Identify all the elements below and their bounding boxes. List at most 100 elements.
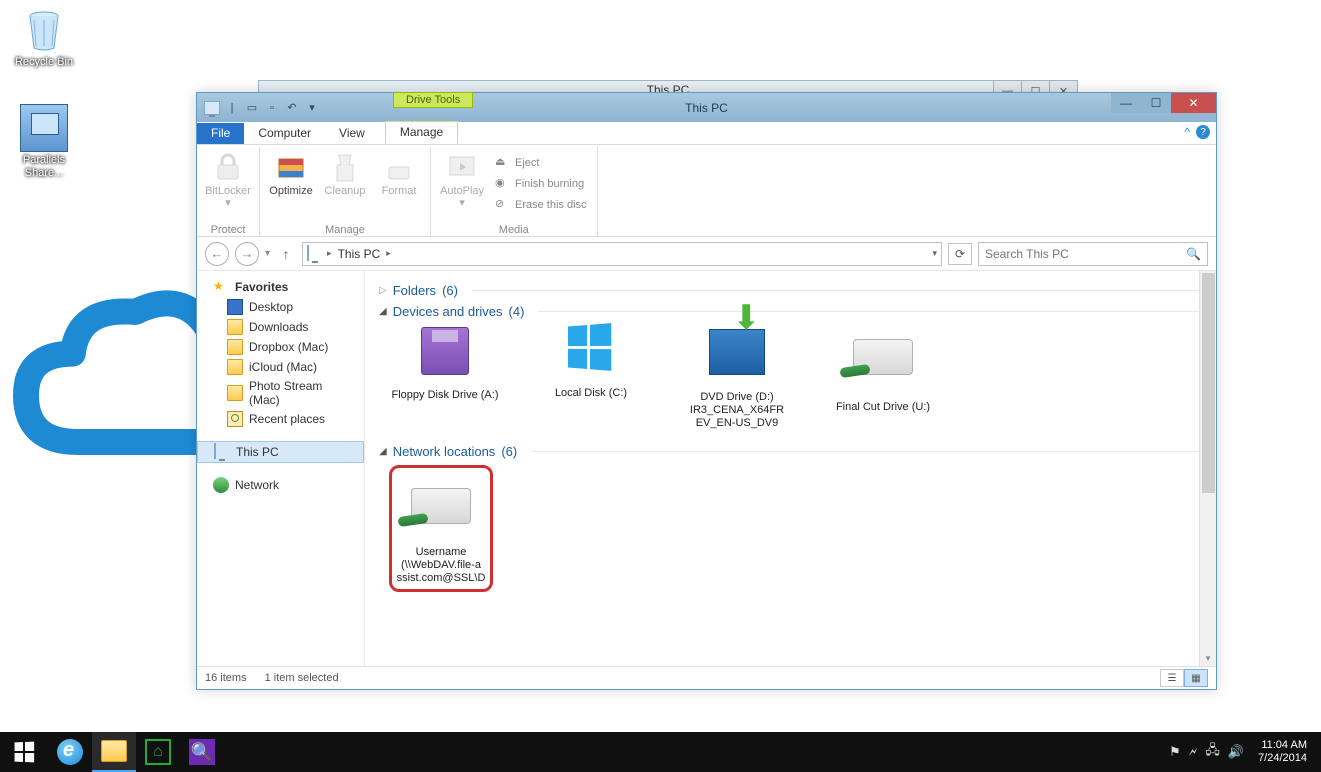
drive-finalcut[interactable]: Final Cut Drive (U:) [827,325,939,430]
nav-network[interactable]: Network [197,475,364,495]
clock-date: 7/24/2014 [1258,752,1307,765]
network-tray-icon[interactable]: 🖧 [1205,741,1220,763]
qat-undo-icon[interactable]: ↶ [283,99,301,117]
taskbar-explorer[interactable] [92,732,136,772]
autoplay-label: AutoPlay [440,185,484,197]
autoplay-button[interactable]: AutoPlay▾ [437,147,487,209]
qat-app-icon[interactable] [203,99,221,117]
netdrive-icon [848,339,918,395]
folder-icon [227,359,243,375]
taskbar-bing[interactable]: 🔍 [180,732,224,772]
section-network[interactable]: ◢ Network locations (6) [379,444,1202,459]
nav-desktop[interactable]: Desktop [197,297,364,317]
chevron-right-icon: ▷ [379,285,387,296]
view-large-icons-button[interactable]: ▦ [1184,669,1208,687]
section-folders-count: (6) [442,283,458,298]
crumb-sep-icon[interactable]: ▸ [327,248,332,259]
nav-favorites[interactable]: ★Favorites [197,277,364,297]
tab-view[interactable]: View [325,123,379,144]
search-input[interactable] [985,247,1186,261]
nav-downloads[interactable]: Downloads [197,317,364,337]
taskbar-store[interactable] [136,732,180,772]
search-icon[interactable]: 🔍 [1186,247,1201,261]
nav-recent[interactable]: Recent places [197,409,364,429]
taskbar-ie[interactable] [48,732,92,772]
close-button[interactable]: ✕ [1171,93,1216,113]
folder-icon [227,319,243,335]
folder-icon [101,740,127,762]
qat-dropdown-icon[interactable]: ▾ [303,99,321,117]
help-icon[interactable]: ? [1196,125,1210,139]
search-box[interactable]: 🔍 [978,242,1208,266]
start-button[interactable] [0,732,48,772]
forward-button[interactable]: → [235,242,259,266]
tab-computer[interactable]: Computer [244,123,325,144]
erase-label: Erase this disc [515,199,587,211]
volume-icon[interactable]: 🔊 [1228,744,1244,760]
eject-button[interactable]: ⏏Eject [491,153,591,173]
titlebar[interactable]: | ▭ ▫ ↶ ▾ Drive Tools This PC ― ☐ ✕ [197,93,1216,122]
erase-icon: ⊘ [495,197,511,213]
scroll-down-icon[interactable]: ▾ [1200,653,1216,664]
back-button[interactable]: ← [205,242,229,266]
finish-burning-button[interactable]: ◉Finish burning [491,174,591,194]
section-devices[interactable]: ◢ Devices and drives (4) [379,304,1202,319]
erase-disc-button[interactable]: ⊘ Erase this disc [491,195,591,215]
group-manage-label: Manage [260,224,430,236]
status-item-count: 16 items [205,672,247,684]
format-button[interactable]: Format [374,147,424,197]
crumb-sep-icon[interactable]: ▸ [386,248,391,259]
clock[interactable]: 11:04 AM 7/24/2014 [1252,739,1313,765]
context-tab: Drive Tools [393,92,473,122]
scrollbar-thumb[interactable] [1202,273,1215,493]
scrollbar[interactable]: ▾ [1199,271,1216,666]
breadcrumb-this-pc[interactable]: This PC [336,247,383,261]
nav-item-label: Downloads [249,320,308,334]
autoplay-icon [446,151,478,183]
dvd-icon: ⬇ [702,329,772,385]
bitlocker-button[interactable]: BitLocker▾ [203,147,253,209]
section-folders-label: Folders [393,283,436,298]
qat-newfolder-icon[interactable]: ▫ [263,99,281,117]
section-network-label: Network locations [393,444,496,459]
address-bar[interactable]: ▸ This PC ▸ ▾ [302,242,942,266]
refresh-button[interactable]: ⟳ [948,243,972,265]
tab-manage[interactable]: Manage [385,121,458,144]
minimize-button[interactable]: ― [1111,93,1141,113]
maximize-button[interactable]: ☐ [1141,93,1171,113]
nav-this-pc[interactable]: This PC [197,441,364,463]
recycle-bin[interactable]: Recycle Bin [6,6,82,69]
disc-icon: ◉ [495,176,511,192]
address-dropdown-icon[interactable]: ▾ [932,248,937,259]
collapse-ribbon-icon[interactable]: ^ [1184,125,1190,139]
drive-dvd[interactable]: ⬇ DVD Drive (D:) IR3_CENA_X64FR EV_EN-US… [681,325,793,430]
tab-file[interactable]: File [197,123,244,144]
up-button[interactable]: ↑ [276,244,296,264]
cleanup-icon [329,151,361,183]
section-folders[interactable]: ▷ Folders (6) [379,283,1202,298]
drive-webdav[interactable]: Username (\\WebDAV.file-a ssist.com@SSL\… [389,465,493,592]
drive-local-c[interactable]: Local Disk (C:) [535,325,647,430]
divider [538,311,1202,312]
store-icon [145,739,171,765]
chevron-down-icon: ◢ [379,446,387,457]
bitlocker-label: BitLocker [205,185,251,197]
flag-icon[interactable]: ⚑ [1169,744,1181,760]
netdrive-icon [406,488,476,544]
cleanup-button[interactable]: Cleanup [320,147,370,197]
optimize-button[interactable]: Optimize [266,147,316,197]
content-pane: ▷ Folders (6) ◢ Devices and drives (4) F… [365,271,1216,666]
nav-dropbox[interactable]: Dropbox (Mac) [197,337,364,357]
qat-properties-icon[interactable]: ▭ [243,99,261,117]
power-icon[interactable]: 🗲 [1189,744,1198,760]
nav-item-label: Desktop [249,300,293,314]
nav-photostream[interactable]: Photo Stream (Mac) [197,377,364,409]
floppy-icon [410,327,480,383]
view-details-button[interactable]: ☰ [1160,669,1184,687]
drive-floppy[interactable]: Floppy Disk Drive (A:) [389,325,501,430]
history-dropdown-icon[interactable]: ▾ [265,248,270,259]
nav-icloud[interactable]: iCloud (Mac) [197,357,364,377]
drive-label: Local Disk (C:) [555,387,627,399]
drive-label: DVD Drive (D:) [700,391,773,403]
parallels-share[interactable]: Parallels Share... [6,104,82,180]
